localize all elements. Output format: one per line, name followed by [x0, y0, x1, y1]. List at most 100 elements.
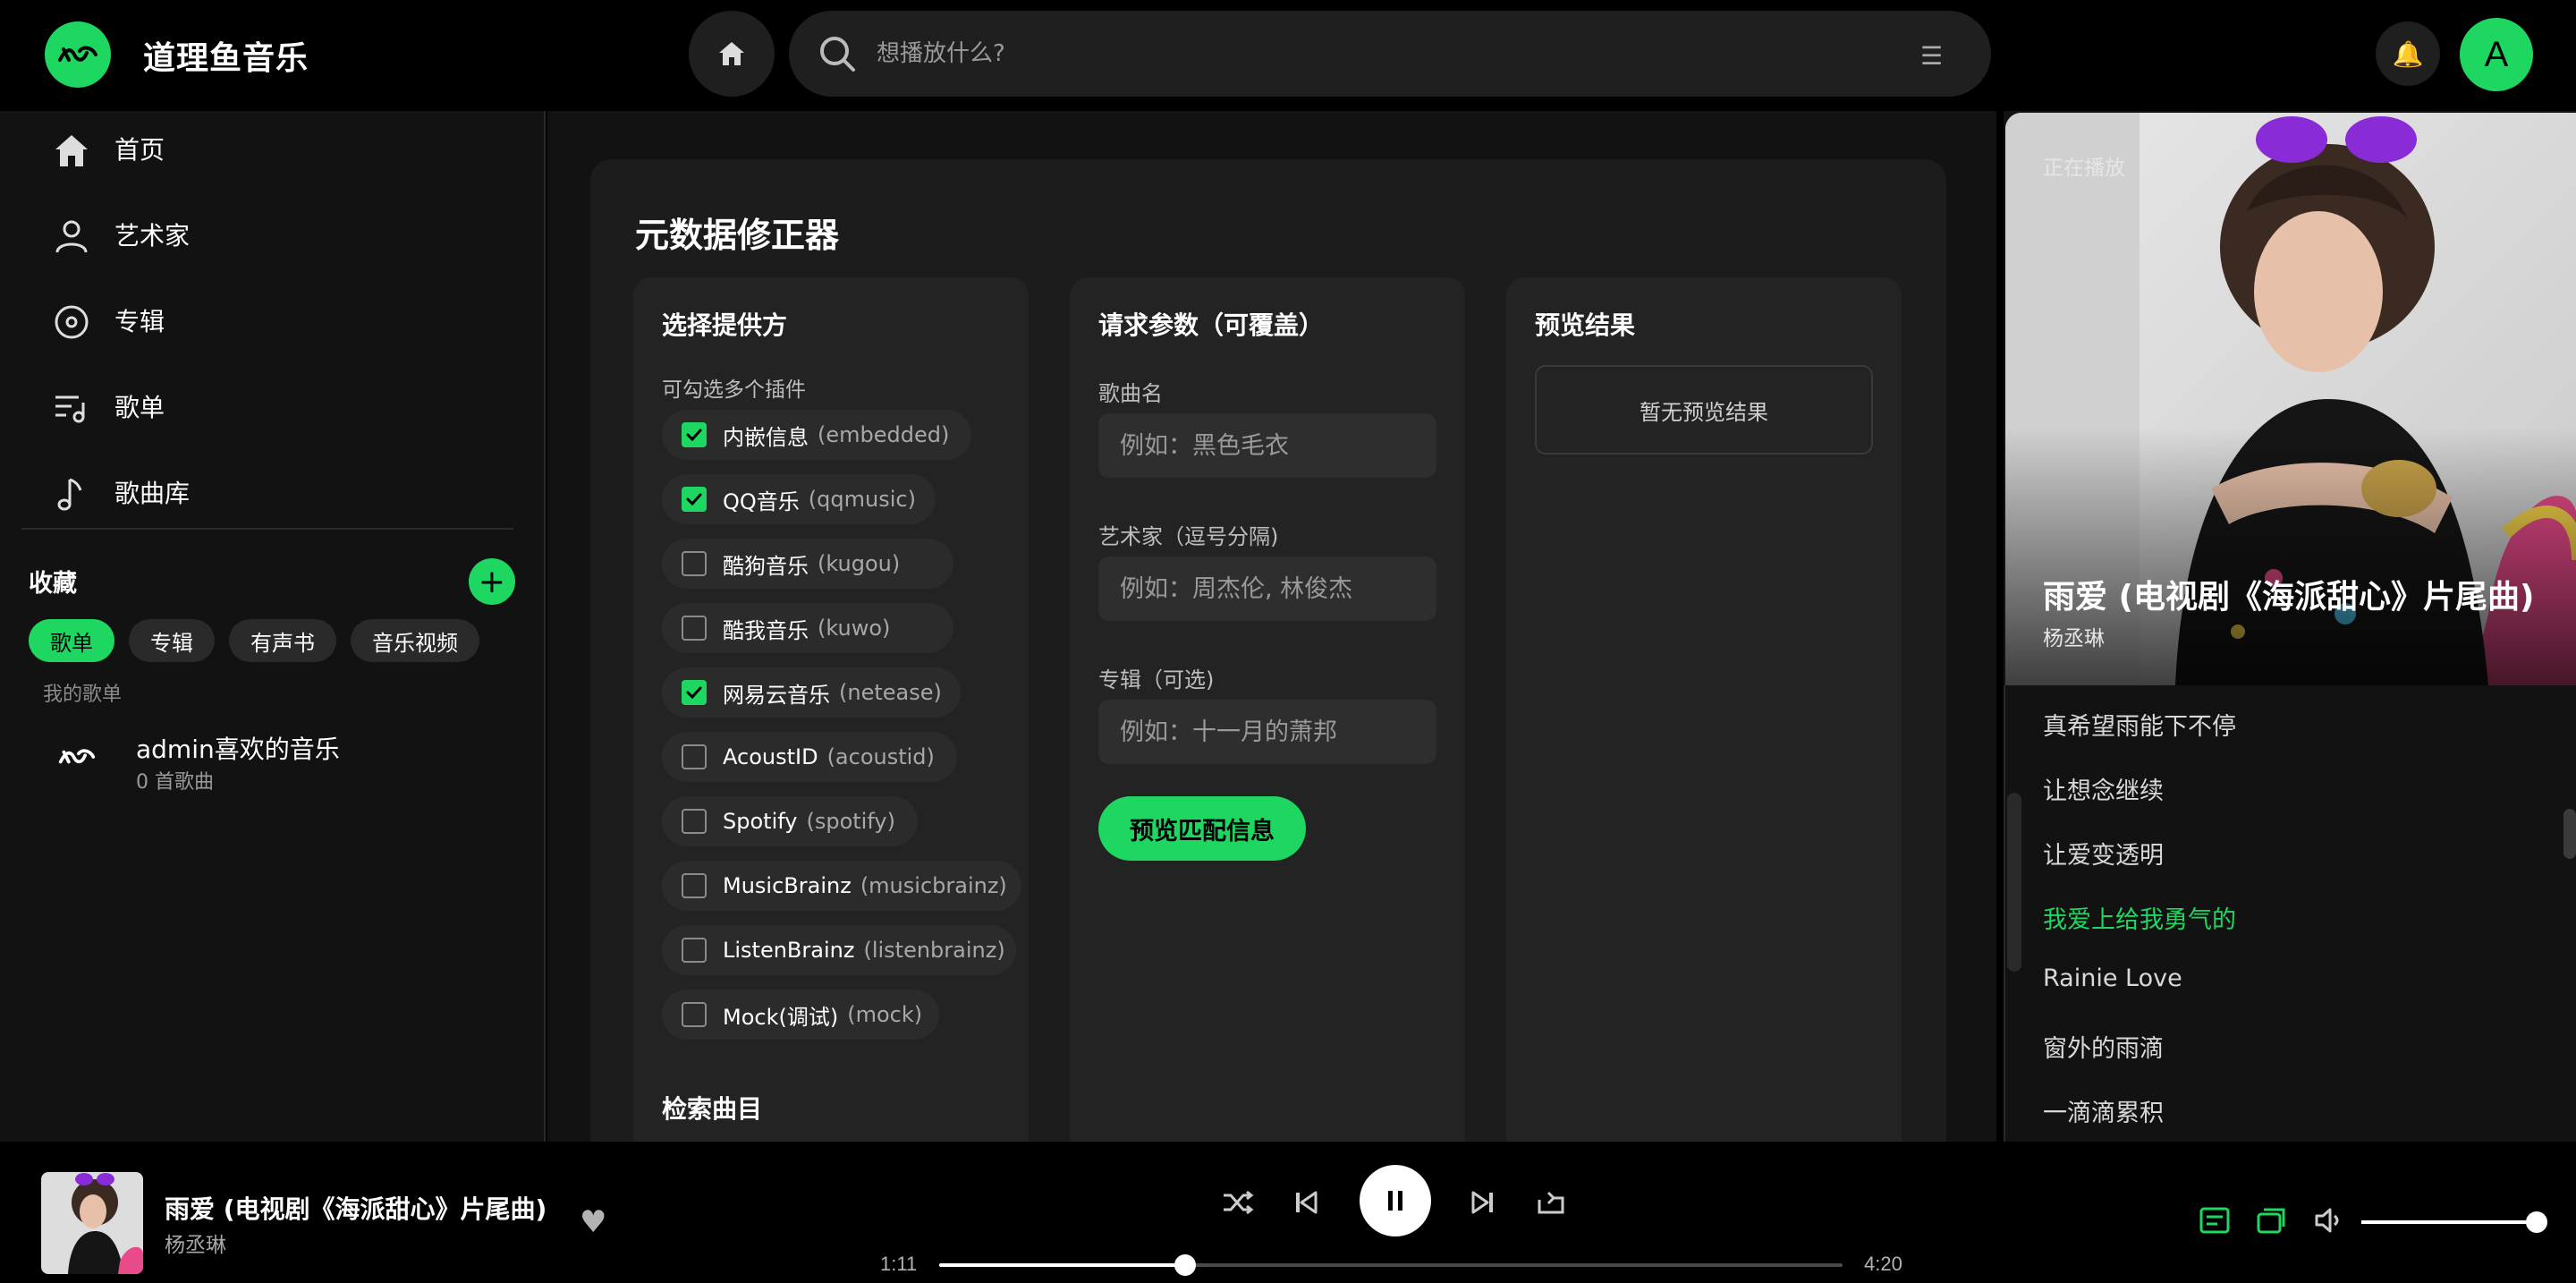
lyric-line[interactable]: Rainie Love — [2043, 964, 2182, 992]
provider-key: (netease) — [839, 680, 942, 705]
provider-checkbox[interactable] — [682, 616, 707, 641]
now-playing-title: 雨爱 (电视剧《海派甜心》片尾曲) — [2043, 579, 2535, 616]
provider-checkbox[interactable] — [682, 680, 707, 705]
player-bar: 雨爱 (电视剧《海派甜心》片尾曲) 杨丞琳 ♥ 1:11 4:20 — [0, 1142, 2576, 1283]
provider-option[interactable]: 酷狗音乐 (kugou) — [662, 539, 953, 589]
metadata-fixer-card: 元数据修正器 选择提供方 可勾选多个插件 内嵌信息 (embedded) QQ音乐 (… — [590, 159, 1946, 1142]
provider-key: (spotify) — [806, 809, 895, 834]
progress-handle[interactable] — [1174, 1254, 1196, 1276]
browse-menu-icon[interactable]: ☰ — [1920, 41, 1943, 71]
provider-checkbox[interactable] — [682, 938, 707, 963]
artist-input[interactable] — [1098, 557, 1436, 621]
provider-name: 酷我音乐 — [723, 617, 809, 643]
provider-option[interactable]: MusicBrainz (musicbrainz) — [662, 861, 1021, 911]
provider-checkbox[interactable] — [682, 873, 707, 898]
lyrics-panel[interactable]: 真希望雨能下不停 让想念继续让爱变透明我爱上给我勇气的 Rainie Love 窗外的… — [2004, 685, 2576, 1142]
provider-option[interactable]: Spotify (spotify) — [662, 796, 918, 846]
search-bar[interactable]: ☰ — [789, 11, 1991, 97]
sidebar-item-albums[interactable]: 专辑 — [0, 285, 519, 356]
player-title: 雨爱 (电视剧《海派甜心》片尾曲) — [165, 1194, 547, 1224]
provider-option[interactable]: QQ音乐 (qqmusic) — [662, 474, 936, 524]
provider-key: (musicbrainz) — [860, 873, 1007, 898]
main-content: 元数据修正器 选择提供方 可勾选多个插件 内嵌信息 (embedded) QQ音乐 (… — [547, 111, 1996, 1142]
chip-playlists[interactable]: 歌单 — [29, 619, 114, 662]
volume-slider[interactable] — [2361, 1211, 2547, 1233]
provider-checkbox[interactable] — [682, 1002, 707, 1027]
playlist-item[interactable]: admin喜欢的音乐 0 首歌曲 — [36, 716, 519, 805]
provider-option[interactable]: Mock(调试) (mock) — [662, 990, 939, 1040]
now-playing-artist: 杨丞琳 — [2043, 627, 2105, 650]
chip-albums[interactable]: 专辑 — [129, 619, 215, 662]
person-icon — [55, 220, 88, 253]
provider-name: AcoustID — [723, 744, 818, 769]
song-label: 歌曲名 — [1098, 381, 1163, 406]
sidebar-item-playlists[interactable]: 歌单 — [0, 370, 519, 442]
repeat-button[interactable] — [1531, 1183, 1571, 1222]
shuffle-button[interactable] — [1218, 1183, 1258, 1222]
my-playlists-label: 我的歌单 — [43, 684, 123, 706]
player-artist[interactable]: 杨丞琳 — [165, 1228, 226, 1258]
app-title: 道理鱼音乐 — [143, 40, 309, 77]
provider-option[interactable]: ListenBrainz (listenbrainz) — [662, 925, 1016, 975]
preview-match-button[interactable]: 预览匹配信息 — [1098, 796, 1306, 861]
add-favorite-button[interactable]: + — [469, 558, 515, 605]
provider-name: MusicBrainz — [723, 873, 852, 898]
provider-name: Spotify — [723, 809, 798, 834]
provider-option[interactable]: 网易云音乐 (netease) — [662, 667, 961, 718]
lyric-line[interactable]: 一滴滴累积 — [2043, 1093, 2164, 1128]
bell-icon: 🔔 — [2392, 38, 2424, 69]
provider-checkbox[interactable] — [682, 551, 707, 576]
provider-checkbox[interactable] — [682, 422, 707, 447]
total-time: 4:20 — [1864, 1253, 1902, 1275]
home-icon — [719, 42, 744, 65]
playlist-name: admin喜欢的音乐 — [136, 735, 340, 764]
sidebar-item-home[interactable]: 首页 — [0, 113, 519, 184]
user-avatar[interactable]: A — [2460, 18, 2533, 91]
sidebar-item-label: 歌曲库 — [114, 479, 191, 508]
pause-button[interactable] — [1360, 1165, 1431, 1236]
chip-music-videos[interactable]: 音乐视频 — [351, 619, 479, 662]
home-button[interactable] — [689, 11, 775, 97]
divider — [21, 528, 513, 530]
sidebar-item-library[interactable]: 歌曲库 — [0, 456, 519, 528]
lyrics-button[interactable] — [2197, 1204, 2233, 1236]
provider-checkbox[interactable] — [682, 744, 707, 769]
queue-button[interactable] — [2254, 1204, 2290, 1236]
next-button[interactable] — [1463, 1183, 1503, 1222]
provider-name: ListenBrainz — [723, 938, 855, 963]
provider-name: Mock(调试) — [723, 1004, 839, 1030]
volume-button[interactable] — [2311, 1204, 2347, 1236]
app-logo-icon[interactable] — [45, 21, 111, 88]
preview-panel: 预览结果 暂无预览结果 — [1506, 277, 1902, 1142]
like-button[interactable]: ♥ — [580, 1204, 606, 1240]
lyric-line[interactable]: 让爱变透明 — [2043, 836, 2164, 871]
provider-checkbox[interactable] — [682, 487, 707, 512]
provider-option[interactable]: 内嵌信息 (embedded) — [662, 410, 971, 460]
lyrics-scrollbar[interactable] — [2007, 793, 2021, 972]
album-input[interactable] — [1098, 700, 1436, 764]
notification-bell-button[interactable]: 🔔 — [2376, 21, 2440, 86]
lyric-line[interactable]: 真希望雨能下不停 — [2043, 707, 2236, 742]
lyric-line[interactable]: 让想念继续 — [2043, 771, 2164, 806]
volume-handle[interactable] — [2526, 1211, 2547, 1233]
provider-checkbox[interactable] — [682, 809, 707, 834]
provider-name: 内嵌信息 — [723, 424, 809, 450]
previous-button[interactable] — [1286, 1183, 1326, 1222]
player-thumbnail[interactable] — [41, 1172, 143, 1274]
skip-previous-icon — [1296, 1191, 1318, 1214]
heart-icon: ♥ — [580, 1204, 607, 1240]
pause-icon — [1388, 1191, 1402, 1211]
panel-scrollbar[interactable] — [2563, 809, 2576, 859]
lyric-line-active[interactable]: 我爱上给我勇气的 — [2043, 900, 2236, 935]
search-input[interactable] — [877, 32, 1771, 75]
song-name-input[interactable] — [1098, 413, 1436, 478]
chip-audiobooks[interactable]: 有声书 — [229, 619, 336, 662]
progress-bar[interactable] — [939, 1254, 1843, 1276]
search-tracks-title: 检索曲目 — [662, 1094, 763, 1124]
playlist-icon — [55, 395, 85, 423]
sidebar-item-artists[interactable]: 艺术家 — [0, 199, 519, 270]
queue-icon — [2257, 1208, 2285, 1234]
provider-option[interactable]: 酷我音乐 (kuwo) — [662, 603, 953, 653]
provider-option[interactable]: AcoustID (acoustid) — [662, 732, 957, 782]
lyric-line[interactable]: 窗外的雨滴 — [2043, 1029, 2164, 1064]
